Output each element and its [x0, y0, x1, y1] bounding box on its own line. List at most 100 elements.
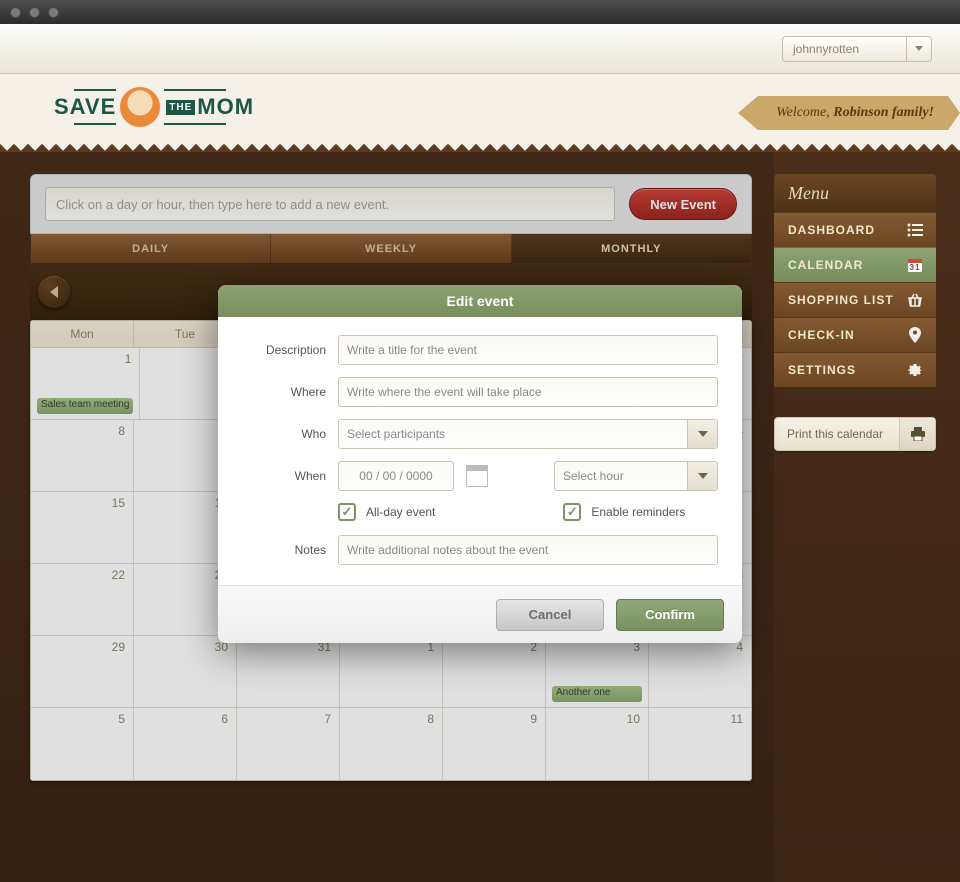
calendar-day[interactable]: 8: [340, 708, 443, 780]
chevron-down-icon: [687, 420, 717, 448]
user-select[interactable]: johnnyrotten: [782, 36, 932, 62]
calendar-day[interactable]: 11: [649, 708, 751, 780]
calendar-day[interactable]: 9: [443, 708, 546, 780]
tab-weekly[interactable]: WEEKLY: [271, 234, 511, 263]
pin-icon: [906, 326, 924, 344]
calendar-day[interactable]: 10: [546, 708, 649, 780]
where-input[interactable]: Write where the event will take place: [338, 377, 718, 407]
sidebar-item-dashboard[interactable]: DASHBOARD: [774, 212, 936, 247]
tab-monthly[interactable]: MONTHLY: [512, 234, 751, 263]
label-who: Who: [242, 427, 326, 441]
day-number: 22: [112, 568, 125, 582]
sidebar-item-calendar[interactable]: CALENDAR 31: [774, 247, 936, 282]
day-number: 29: [112, 640, 125, 654]
calendar-day[interactable]: 31: [237, 636, 340, 707]
header-divider: [0, 140, 960, 152]
prev-month-button[interactable]: [38, 276, 70, 308]
sidebar-item-label: SETTINGS: [788, 363, 856, 377]
calendar-icon: 31: [906, 256, 924, 274]
calendar-day[interactable]: 29: [31, 636, 134, 707]
window-zoom-dot[interactable]: [48, 7, 59, 18]
calendar-day[interactable]: 2: [443, 636, 546, 707]
app-toolbar: johnnyrotten: [0, 24, 960, 74]
welcome-family: Robinson family!: [833, 105, 934, 121]
welcome-prefix: Welcome,: [776, 105, 830, 121]
calendar-day[interactable]: 1 Sales team meeting: [31, 348, 140, 419]
tab-daily[interactable]: DAILY: [31, 234, 271, 263]
day-number: 8: [427, 712, 434, 726]
day-number: 10: [627, 712, 640, 726]
hour-select[interactable]: Select hour: [554, 461, 718, 491]
window-titlebar: [0, 0, 960, 24]
edit-event-modal: Edit event Description Write a title for…: [218, 285, 742, 643]
dow-mon: Mon: [31, 321, 134, 347]
who-select[interactable]: Select participants: [338, 419, 718, 449]
date-picker-icon[interactable]: [466, 465, 488, 487]
calendar-day[interactable]: 8: [31, 420, 134, 491]
window-close-dot[interactable]: [10, 7, 21, 18]
sidebar: Menu DASHBOARD CALENDAR 31 SHOPPING LIST: [774, 152, 960, 882]
sidebar-item-label: SHOPPING LIST: [788, 293, 894, 307]
calendar-day[interactable]: 30: [134, 636, 237, 707]
confirm-button[interactable]: Confirm: [616, 599, 724, 631]
notes-input[interactable]: Write additional notes about the event: [338, 535, 718, 565]
new-event-input[interactable]: Click on a day or hour, then type here t…: [45, 187, 615, 221]
day-number: 11: [731, 712, 743, 726]
day-number: 7: [324, 712, 331, 726]
logo-face-icon: [120, 87, 160, 127]
sidebar-item-check-in[interactable]: CHECK-IN: [774, 317, 936, 352]
day-number: 1: [125, 352, 132, 366]
calendar-day[interactable]: 7: [237, 708, 340, 780]
window-minimize-dot[interactable]: [29, 7, 40, 18]
print-calendar-button[interactable]: Print this calendar: [774, 417, 936, 451]
cancel-button[interactable]: Cancel: [496, 599, 604, 631]
new-event-placeholder: Click on a day or hour, then type here t…: [56, 197, 389, 212]
day-number: 9: [530, 712, 537, 726]
user-select-value: johnnyrotten: [793, 42, 859, 56]
new-event-bar: Click on a day or hour, then type here t…: [30, 174, 752, 234]
sidebar-item-label: CALENDAR: [788, 258, 863, 272]
allday-label: All-day event: [366, 505, 435, 519]
reminders-label: Enable reminders: [591, 505, 685, 519]
sidebar-item-settings[interactable]: SETTINGS: [774, 352, 936, 387]
description-input[interactable]: Write a title for the event: [338, 335, 718, 365]
chevron-down-icon: [915, 46, 923, 51]
calendar-day[interactable]: 4: [649, 636, 751, 707]
calendar-day[interactable]: 1: [340, 636, 443, 707]
sidebar-item-label: CHECK-IN: [788, 328, 855, 342]
brand-logo[interactable]: SAVE THE MOM: [54, 87, 254, 127]
new-event-button[interactable]: New Event: [629, 188, 737, 220]
print-label: Print this calendar: [775, 427, 899, 441]
svg-text:31: 31: [910, 263, 921, 272]
label-where: Where: [242, 385, 326, 399]
reminders-checkbox[interactable]: ✓: [563, 503, 581, 521]
calendar-day[interactable]: 22: [31, 564, 134, 635]
date-input[interactable]: 00 / 00 / 0000: [338, 461, 454, 491]
sidebar-item-shopping-list[interactable]: SHOPPING LIST: [774, 282, 936, 317]
calendar-week: 29 3031123Another one4: [31, 636, 751, 708]
welcome-ribbon: Welcome, Robinson family!: [758, 96, 960, 130]
calendar-event[interactable]: Another one: [552, 686, 642, 702]
menu-header: Menu: [774, 174, 936, 212]
chevron-left-icon: [50, 286, 58, 298]
list-icon: [906, 221, 924, 239]
logo-text-mom: MOM: [197, 94, 254, 120]
calendar-day[interactable]: 5: [31, 708, 134, 780]
calendar-day[interactable]: 15: [31, 492, 134, 563]
site-header: SAVE THE MOM Welcome, Robinson family!: [0, 74, 960, 140]
calendar-event[interactable]: Sales team meeting: [37, 398, 133, 414]
calendar-day[interactable]: 3Another one: [546, 636, 649, 707]
day-number: 5: [118, 712, 125, 726]
basket-icon: [906, 291, 924, 309]
label-notes: Notes: [242, 543, 326, 557]
day-number: 8: [118, 424, 125, 438]
chevron-down-icon: [687, 462, 717, 490]
gear-icon: [906, 361, 924, 379]
logo-text-save: SAVE: [54, 94, 116, 120]
day-number: 6: [221, 712, 228, 726]
modal-title: Edit event: [218, 285, 742, 317]
calendar-day[interactable]: 6: [134, 708, 237, 780]
allday-checkbox[interactable]: ✓: [338, 503, 356, 521]
view-tabs: DAILY WEEKLY MONTHLY: [30, 234, 752, 264]
label-description: Description: [242, 343, 326, 357]
